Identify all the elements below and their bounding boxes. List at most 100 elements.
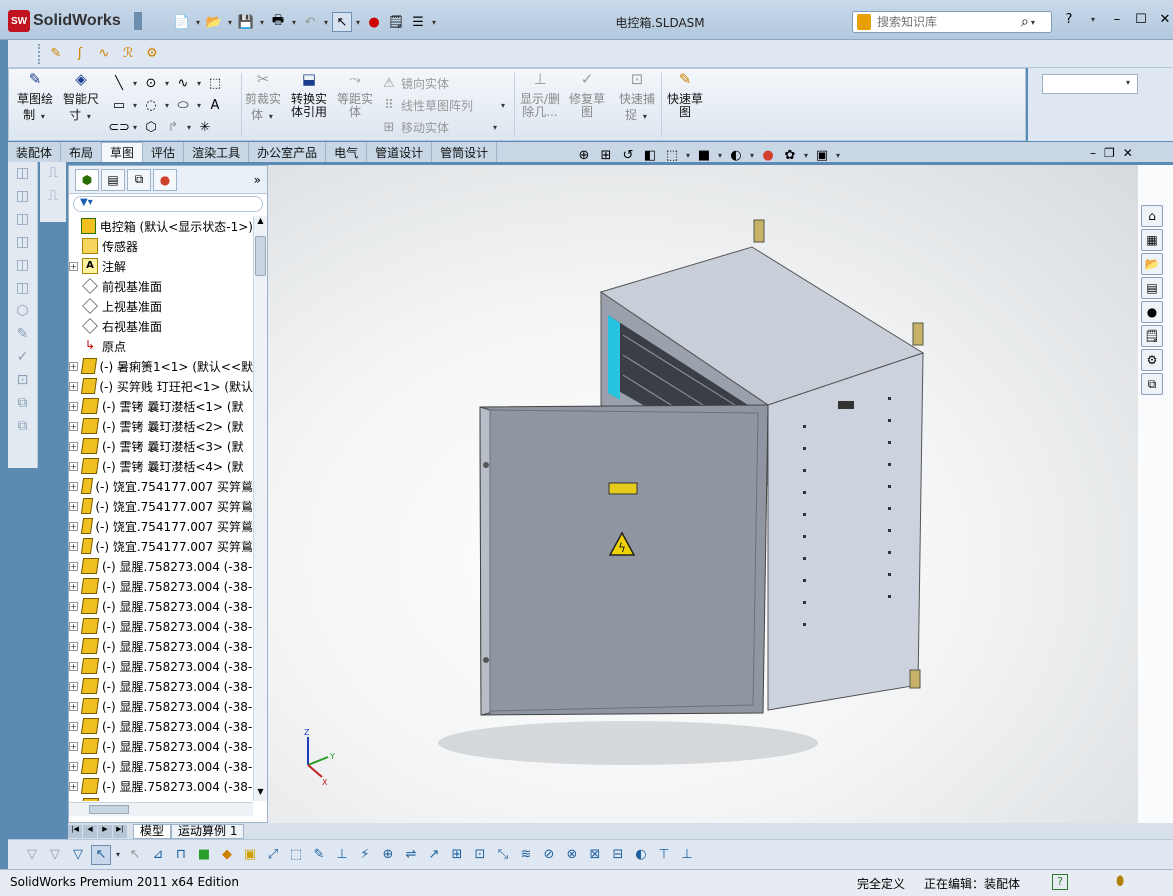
convert-entities-button[interactable]: ⬓ 转换实体引用: [287, 72, 331, 119]
strip2-tool-1-icon[interactable]: ⎍: [43, 165, 63, 185]
tree-item[interactable]: + (-) 饶宜.754177.007 买笄鶑: [69, 496, 253, 516]
configuration-dropdown-icon[interactable]: ▾: [1124, 78, 1132, 87]
scroll-down-icon[interactable]: ▼: [254, 787, 267, 801]
expand-icon[interactable]: +: [69, 261, 78, 271]
toolbar-grip[interactable]: [38, 44, 41, 64]
expand-icon[interactable]: +: [69, 641, 78, 651]
solidworks-resources-icon[interactable]: ⌂: [1141, 205, 1163, 227]
filter-centerline-icon[interactable]: ⇌: [401, 845, 421, 865]
sketch-tool-4-icon[interactable]: ℛ: [118, 44, 138, 64]
text-icon[interactable]: A: [205, 95, 225, 115]
filter-sketch-segments-icon[interactable]: ⊥: [332, 845, 352, 865]
strip-tool-4-icon[interactable]: ◫: [13, 234, 33, 254]
filter-hide-icon[interactable]: ▽: [45, 845, 65, 865]
tree-item[interactable]: + (-) 饶宜.754177.007 买笄鶑: [69, 516, 253, 536]
display-style-icon[interactable]: ■: [694, 145, 714, 165]
tree-item[interactable]: +(-) 显腥.758273.004 (-38-: [69, 576, 253, 596]
filter-dowel-icon[interactable]: ⊟: [608, 845, 628, 865]
view-palette-icon[interactable]: ▤: [1141, 277, 1163, 299]
expand-icon[interactable]: +: [69, 741, 78, 751]
tree-item[interactable]: + A 注解: [69, 256, 253, 276]
tab-assembly[interactable]: 装配体: [8, 142, 62, 162]
trim-entities-button[interactable]: ✂ 剪裁实体 ▾: [243, 72, 283, 123]
expand-icon[interactable]: +: [69, 681, 78, 691]
viewport-minimize-icon[interactable]: –: [1090, 146, 1096, 160]
tree-root[interactable]: 电控箱 (默认<显示状态-1>): [69, 216, 253, 236]
display-manager-tab-icon[interactable]: ●: [153, 168, 177, 191]
print-icon[interactable]: 🖶: [268, 12, 288, 32]
search-icon[interactable]: ⌕: [1021, 14, 1029, 30]
search-knowledge-base[interactable]: ⌕ ▾: [852, 11, 1052, 33]
arc-icon[interactable]: ◌: [141, 95, 161, 115]
appearances-icon[interactable]: ●: [1141, 301, 1163, 323]
menu-expand-arrow-icon[interactable]: [134, 12, 142, 30]
tree-item[interactable]: +(-) 显腥.758273.004 (-38-: [69, 736, 253, 756]
tree-item[interactable]: + (-) 霅铐 曩玎漤栝<2> (默: [69, 416, 253, 436]
expand-icon[interactable]: +: [69, 361, 78, 371]
filter-blocks-icon[interactable]: ⊠: [585, 845, 605, 865]
sketch-button[interactable]: ✎ 草图绘制 ▾: [13, 72, 57, 123]
toolbox-icon[interactable]: ⚙: [1141, 349, 1163, 371]
tab-tubing[interactable]: 管筒设计: [432, 142, 498, 162]
expand-icon[interactable]: +: [69, 521, 78, 531]
tab-model[interactable]: 模型: [133, 823, 172, 839]
filter-geometric-tolerance-icon[interactable]: ⊡: [470, 845, 490, 865]
options-icon[interactable]: ☰: [408, 12, 428, 32]
tab-motion-study[interactable]: 运动算例 1: [171, 823, 245, 839]
routing-library-icon[interactable]: ⧉: [1141, 373, 1163, 395]
property-manager-tab-icon[interactable]: ▤: [101, 168, 125, 191]
filter-dimensions-icon[interactable]: ↗: [424, 845, 444, 865]
filter-edges-icon[interactable]: ⊓: [171, 845, 191, 865]
print-dropdown-icon[interactable]: ▾: [290, 18, 298, 27]
fillet-icon[interactable]: ↱: [163, 117, 183, 137]
view-settings-icon[interactable]: ▣: [812, 145, 832, 165]
filter-sketch-points-icon[interactable]: ✎: [309, 845, 329, 865]
expand-icon[interactable]: +: [69, 541, 78, 551]
last-tab-icon[interactable]: ▶|: [113, 824, 127, 838]
tree-item[interactable]: +(-) 显腥.758273.004 (-38-: [69, 756, 253, 776]
new-document-icon[interactable]: 📄: [172, 12, 192, 32]
file-explorer-icon[interactable]: 📂: [1141, 253, 1163, 275]
tree-item[interactable]: + (-) 饶宜.754177.007 买笄鶑: [69, 536, 253, 556]
filter-routing-points-icon[interactable]: ⊤: [654, 845, 674, 865]
open-dropdown-icon[interactable]: ▾: [226, 18, 234, 27]
tree-item[interactable]: +(-) 显腥.758273.004 (-38-: [69, 616, 253, 636]
save-icon[interactable]: 💾: [236, 12, 256, 32]
save-dropdown-icon[interactable]: ▾: [258, 18, 266, 27]
sketch-tool-3-icon[interactable]: ∿: [94, 44, 114, 64]
tab-sketch[interactable]: 草图: [102, 142, 144, 162]
expand-icon[interactable]: +: [69, 721, 78, 731]
strip2-tool-2-icon[interactable]: ⎍: [43, 188, 63, 208]
linear-pattern-button[interactable]: ⠿ 线性草图阵列 ▾: [379, 95, 507, 115]
tree-vertical-scrollbar[interactable]: ▲ ▼: [253, 216, 267, 801]
apply-scene-icon[interactable]: ✿: [780, 145, 800, 165]
tree-filter-input[interactable]: ▼▾: [73, 196, 263, 212]
expand-icon[interactable]: +: [69, 701, 78, 711]
rebuild-traffic-light-icon[interactable]: ●: [364, 12, 384, 32]
strip-tool-2-icon[interactable]: ◫: [13, 188, 33, 208]
filter-vertices-icon[interactable]: ⊿: [148, 845, 168, 865]
filter-clear-icon[interactable]: ▽: [68, 845, 88, 865]
filter-cosmetic-thread-icon[interactable]: ⊗: [562, 845, 582, 865]
strip-tool-1-icon[interactable]: ◫: [13, 165, 33, 185]
panel-expand-icon[interactable]: »: [254, 173, 261, 187]
display-delete-relations-button[interactable]: ⊥ 显示/删除几...: [517, 72, 563, 119]
custom-properties-icon[interactable]: 🗒: [1141, 325, 1163, 347]
viewport-restore-icon[interactable]: ❐: [1104, 146, 1115, 160]
tree-item[interactable]: +(-) 显腥.758273.004 (-38-: [69, 796, 253, 801]
zoom-to-fit-icon[interactable]: ⊕: [574, 145, 594, 165]
undo-dropdown-icon[interactable]: ▾: [322, 18, 330, 27]
scroll-thumb[interactable]: [255, 236, 266, 276]
select-cursor-icon[interactable]: ↖: [332, 12, 352, 32]
offset-entities-button[interactable]: ⤳ 等距实体: [335, 72, 375, 119]
strip-tool-7-icon[interactable]: ⬡: [13, 303, 33, 323]
strip-tool-3-icon[interactable]: ◫: [13, 211, 33, 231]
section-view-icon[interactable]: ◧: [640, 145, 660, 165]
tree-item[interactable]: +(-) 显腥.758273.004 (-38-: [69, 696, 253, 716]
rapid-sketch-button[interactable]: ✎ 快速草图: [665, 72, 705, 119]
strip-tool-11-icon[interactable]: ⧉: [13, 395, 33, 415]
tab-office-products[interactable]: 办公室产品: [249, 142, 327, 162]
tree-item[interactable]: +(-) 显腥.758273.004 (-38-: [69, 676, 253, 696]
select-dropdown-icon[interactable]: ▾: [354, 18, 362, 27]
tree-item[interactable]: +(-) 显腥.758273.004 (-38-: [69, 656, 253, 676]
